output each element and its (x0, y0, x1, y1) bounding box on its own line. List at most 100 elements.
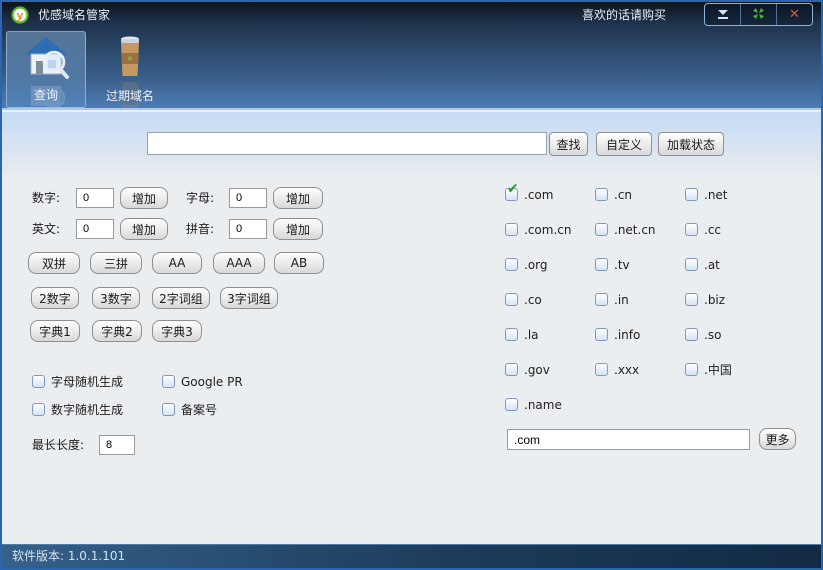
checkbox-icon[interactable]: ✔ (595, 293, 608, 306)
checkbox-icon[interactable]: ✔ (505, 258, 518, 271)
titlebar[interactable]: y 优感域名管家 喜欢的话请购买 (2, 2, 821, 28)
load-status-button[interactable]: 加载状态 (658, 132, 724, 156)
checkbox-icon[interactable]: ✔ (685, 328, 698, 341)
custom-tld-input[interactable] (507, 429, 750, 450)
english-add-button[interactable]: 增加 (120, 218, 168, 240)
tld-label: .co (524, 293, 542, 307)
window-title: 优感域名管家 (38, 2, 110, 28)
tld-item-com-cn[interactable]: ✔ .com.cn (505, 222, 595, 237)
option-icp-record[interactable]: ✔ 备案号 (162, 402, 302, 417)
checkbox-icon[interactable]: ✔ (162, 375, 175, 388)
more-tlds-button[interactable]: 更多 (759, 428, 796, 450)
checkbox-icon[interactable]: ✔ (505, 293, 518, 306)
checkbox-icon[interactable]: ✔ (595, 363, 608, 376)
tld-item-tv[interactable]: ✔ .tv (595, 257, 685, 272)
find-button[interactable]: 查找 (549, 132, 588, 156)
minimize-button[interactable] (705, 4, 740, 25)
tld-item-org[interactable]: ✔ .org (505, 257, 595, 272)
checkbox-icon[interactable]: ✔ (685, 223, 698, 236)
pattern-aa-button[interactable]: AA (152, 252, 202, 274)
checkbox-icon[interactable]: ✔ (505, 188, 518, 201)
search-input[interactable] (147, 132, 547, 155)
pattern-shuangpin-button[interactable]: 双拼 (28, 252, 80, 274)
tld-grid: ✔ .com ✔ .cn ✔ .net ✔ .com.cn ✔ .net.cn … (505, 187, 805, 432)
checkbox-icon[interactable]: ✔ (685, 293, 698, 306)
tld-label: .cn (614, 188, 632, 202)
tld-item-zhongguo[interactable]: ✔ .中国 (685, 362, 805, 377)
checkbox-icon[interactable]: ✔ (685, 363, 698, 376)
checkbox-icon[interactable]: ✔ (685, 258, 698, 271)
tld-label: .so (704, 328, 721, 342)
english-count-input[interactable] (76, 219, 114, 239)
checkbox-icon[interactable]: ✔ (505, 398, 518, 411)
minimize-icon (716, 5, 730, 24)
checkbox-icon[interactable]: ✔ (595, 258, 608, 271)
tld-item-in[interactable]: ✔ .in (595, 292, 685, 307)
tld-item-so[interactable]: ✔ .so (685, 327, 805, 342)
checkbox-icon[interactable]: ✔ (595, 188, 608, 201)
checkbox-icon[interactable]: ✔ (685, 188, 698, 201)
checkbox-icon[interactable]: ✔ (595, 328, 608, 341)
tld-label: .中国 (704, 361, 732, 378)
checkbox-icon[interactable]: ✔ (595, 223, 608, 236)
toolbar-query-button[interactable]: 查询 (6, 31, 86, 108)
tld-label: .name (524, 398, 562, 412)
digits-add-button[interactable]: 增加 (120, 187, 168, 209)
tld-label: .xxx (614, 363, 639, 377)
shrink-icon (752, 5, 765, 24)
checkbox-icon[interactable]: ✔ (505, 363, 518, 376)
pattern-aaa-button[interactable]: AAA (213, 252, 265, 274)
checkbox-icon[interactable]: ✔ (162, 403, 175, 416)
letters-count-input[interactable] (229, 188, 267, 208)
tld-item-net[interactable]: ✔ .net (685, 187, 805, 202)
tld-item-com[interactable]: ✔ .com (505, 187, 595, 202)
tld-item-gov[interactable]: ✔ .gov (505, 362, 595, 377)
window-chrome: y 优感域名管家 喜欢的话请购买 (2, 2, 821, 110)
shrink-button[interactable] (741, 4, 776, 25)
tld-item-at[interactable]: ✔ .at (685, 257, 805, 272)
option-google-pr[interactable]: ✔ Google PR (162, 374, 302, 389)
dictionary-3-button[interactable]: 字典3 (152, 320, 202, 342)
option-number-random[interactable]: ✔ 数字随机生成 (32, 402, 162, 417)
max-length-input[interactable] (99, 435, 135, 455)
svg-text:y: y (16, 9, 23, 22)
tld-item-co[interactable]: ✔ .co (505, 292, 595, 307)
custom-button[interactable]: 自定义 (596, 132, 652, 156)
pattern-3digit-button[interactable]: 3数字 (92, 287, 140, 309)
pattern-3charword-button[interactable]: 3字词组 (220, 287, 278, 309)
tld-item-la[interactable]: ✔ .la (505, 327, 595, 342)
checkbox-icon[interactable]: ✔ (32, 375, 45, 388)
counter-row-1: 数字: 增加 字母: 增加 (32, 188, 362, 210)
toolbar-expired-button[interactable]: 过期域名 (90, 31, 170, 108)
digits-count-input[interactable] (76, 188, 114, 208)
pattern-2digit-button[interactable]: 2数字 (31, 287, 79, 309)
toolbar-expired-label: 过期域名 (90, 87, 170, 104)
checkbox-icon[interactable]: ✔ (32, 403, 45, 416)
options-grid: ✔ 字母随机生成 ✔ Google PR ✔ 数字随机生成 ✔ 备案号 (32, 374, 302, 430)
pattern-ab-button[interactable]: AB (274, 252, 324, 274)
tld-label: .at (704, 258, 720, 272)
checkbox-icon[interactable]: ✔ (505, 223, 518, 236)
tld-label: .com.cn (524, 223, 571, 237)
option-letter-random[interactable]: ✔ 字母随机生成 (32, 374, 162, 389)
tld-item-biz[interactable]: ✔ .biz (685, 292, 805, 307)
tld-item-xxx[interactable]: ✔ .xxx (595, 362, 685, 377)
tld-item-info[interactable]: ✔ .info (595, 327, 685, 342)
tld-label: .biz (704, 293, 725, 307)
dictionary-2-button[interactable]: 字典2 (92, 320, 142, 342)
tld-label: .gov (524, 363, 550, 377)
pattern-sanpin-button[interactable]: 三拼 (90, 252, 142, 274)
tld-item-name[interactable]: ✔ .name (505, 397, 595, 412)
close-button[interactable]: ✕ (777, 4, 812, 25)
option-label: 字母随机生成 (51, 373, 123, 390)
pattern-2charword-button[interactable]: 2字词组 (152, 287, 210, 309)
letters-label: 字母: (186, 188, 214, 209)
tld-item-cn[interactable]: ✔ .cn (595, 187, 685, 202)
tld-item-cc[interactable]: ✔ .cc (685, 222, 805, 237)
checkbox-icon[interactable]: ✔ (505, 328, 518, 341)
dictionary-1-button[interactable]: 字典1 (30, 320, 80, 342)
pinyin-count-input[interactable] (229, 219, 267, 239)
pinyin-add-button[interactable]: 增加 (273, 218, 323, 240)
tld-item-net-cn[interactable]: ✔ .net.cn (595, 222, 685, 237)
letters-add-button[interactable]: 增加 (273, 187, 323, 209)
